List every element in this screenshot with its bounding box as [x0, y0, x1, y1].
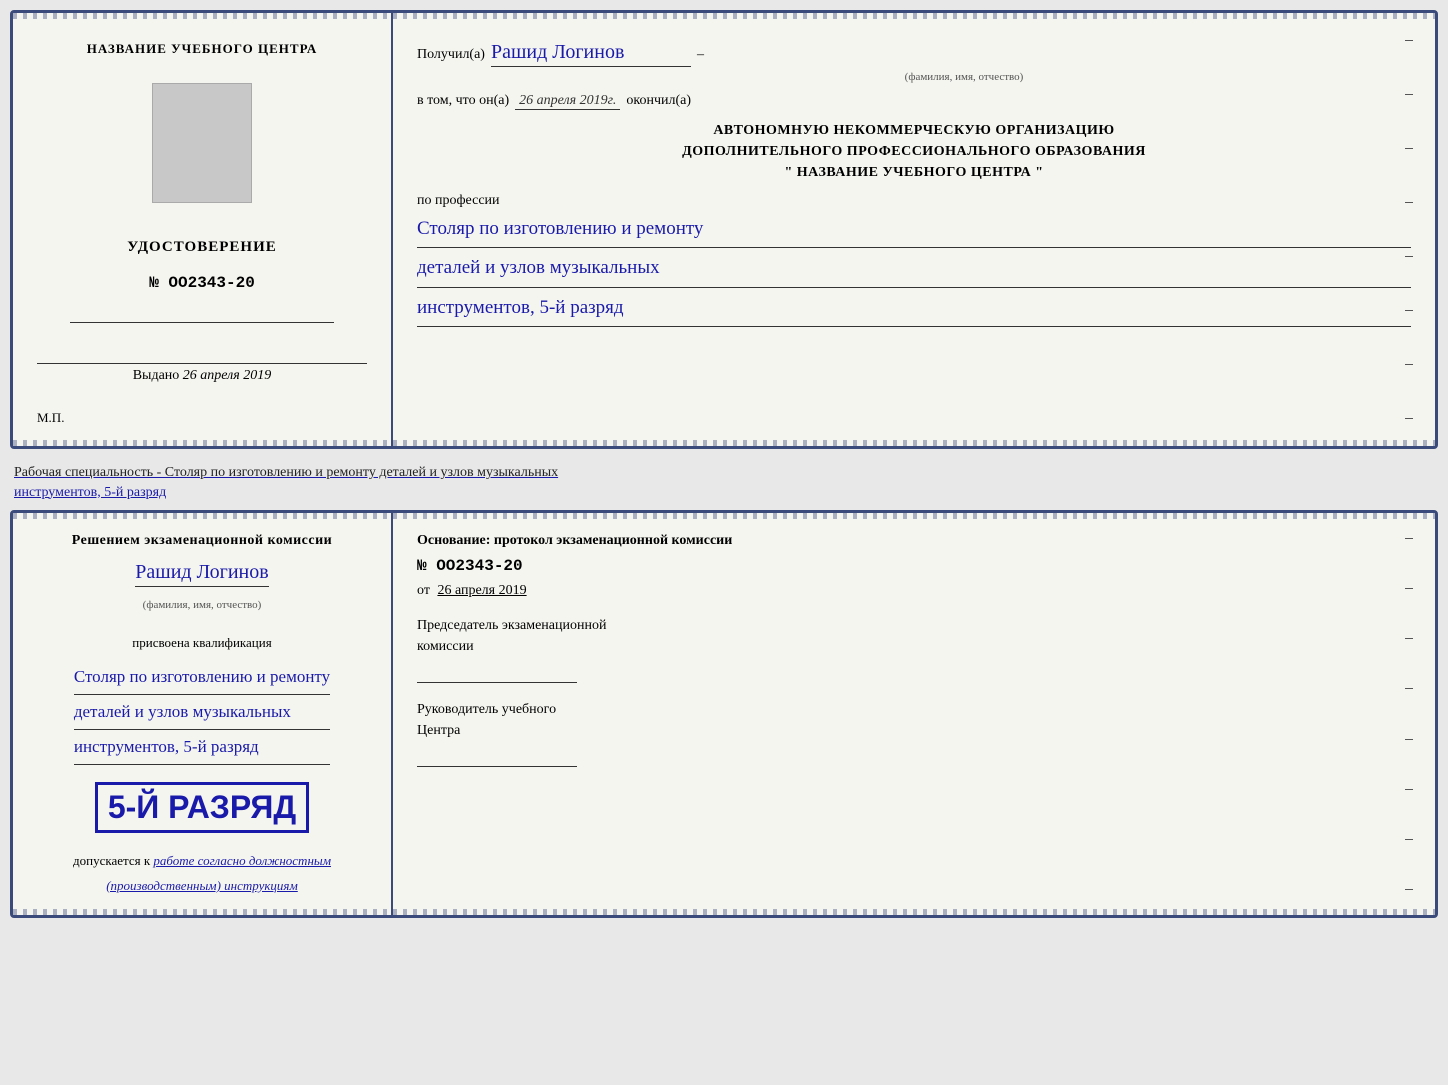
bottom-document: Решением экзаменационной комиссии Рашид …: [10, 510, 1438, 918]
predsedatel-signature-line: [417, 663, 577, 683]
separator-underlined: инструментов, 5-й разряд: [14, 485, 166, 500]
predsedatel-text: Председатель экзаменационной комиссии: [417, 618, 606, 654]
top-document: НАЗВАНИЕ УЧЕБНОГО ЦЕНТРА УДОСТОВЕРЕНИЕ №…: [10, 10, 1438, 449]
separator-text: Рабочая специальность - Столяр по изгото…: [10, 457, 1438, 502]
udostoverenie-label: УДОСТОВЕРЕНИЕ: [127, 239, 277, 256]
profession-line1-top: Столяр по изготовлению и ремонту: [417, 213, 1411, 248]
qualification-hw: Столяр по изготовлению и ремонту деталей…: [74, 663, 330, 768]
profession-line3-top: инструментов, 5-й разряд: [417, 292, 1411, 327]
dopuskaetsya-line: допускается к работе согласно должностны…: [73, 853, 331, 869]
bottom-bottom-stripe-decoration: [13, 909, 1435, 915]
rukovoditel-label: Руководитель учебного Центра: [417, 699, 1411, 741]
dopuskaetsya-hw2: (производственным) инструкциям: [106, 878, 298, 893]
vtom-line: в том, что он(а) 26 апреля 2019г. окончи…: [417, 93, 1411, 110]
big-razryad: 5-й разряд: [95, 782, 309, 833]
fio-subtitle-top: (фамилия, имя, отчество): [517, 71, 1411, 83]
fio-subtitle-bottom: (фамилия, имя, отчество): [143, 599, 262, 611]
recipient-prefix: Получил(а): [417, 47, 485, 63]
dopuskaetsya-hw2-line: (производственным) инструкциям: [106, 877, 298, 895]
dopuskaetsya-hw1: работе согласно должностным: [153, 853, 331, 868]
ot-prefix: от: [417, 583, 430, 598]
ot-line: от 26 апреля 2019: [417, 583, 1411, 599]
dash: –: [697, 47, 704, 63]
org-line2: ДОПОЛНИТЕЛЬНОГО ПРОФЕССИОНАЛЬНОГО ОБРАЗО…: [417, 141, 1411, 162]
protocol-number: № OO2343-20: [417, 557, 1411, 575]
osnovanie-label: Основание: протокол экзаменационной коми…: [417, 533, 1411, 549]
recipient-name: Рашид Логинов: [491, 41, 691, 67]
qual-line1: Столяр по изготовлению и ремонту: [74, 663, 330, 695]
divider-line: [70, 322, 334, 323]
mp-label: М.П.: [37, 410, 64, 426]
profession-handwritten-top: Столяр по изготовлению и ремонту деталей…: [417, 213, 1411, 327]
separator-plain: Рабочая специальность - Столяр по изгото…: [14, 465, 558, 480]
bottom-doc-left: Решением экзаменационной комиссии Рашид …: [13, 513, 393, 915]
predsedatel-label: Председатель экзаменационной комиссии: [417, 615, 1411, 657]
org-line3: " НАЗВАНИЕ УЧЕБНОГО ЦЕНТРА ": [417, 162, 1411, 183]
bottom-top-stripe-decoration: [13, 513, 1435, 519]
center-name-top: НАЗВАНИЕ УЧЕБНОГО ЦЕНТРА: [87, 41, 318, 57]
vtom-date: 26 апреля 2019г.: [515, 93, 620, 110]
qual-line2: деталей и узлов музыкальных: [74, 698, 330, 730]
ot-date: 26 апреля 2019: [437, 583, 526, 598]
cert-number-top: № OO2343-20: [149, 274, 255, 292]
bottom-name: Рашид Логинов: [135, 561, 268, 587]
qual-line3: инструментов, 5-й разряд: [74, 733, 330, 765]
vydano-prefix: Выдано: [133, 368, 180, 383]
vydano-line: Выдано 26 апреля 2019: [37, 363, 367, 384]
bottom-doc-right: Основание: протокол экзаменационной коми…: [393, 513, 1435, 915]
okonchil-label: окончил(а): [626, 93, 691, 109]
org-block: АВТОНОМНУЮ НЕКОММЕРЧЕСКУЮ ОРГАНИЗАЦИЮ ДО…: [417, 120, 1411, 183]
org-line1: АВТОНОМНУЮ НЕКОММЕРЧЕСКУЮ ОРГАНИЗАЦИЮ: [417, 120, 1411, 141]
recipient-line: Получил(а) Рашид Логинов –: [417, 41, 1411, 67]
top-doc-right: Получил(а) Рашид Логинов – (фамилия, имя…: [393, 13, 1435, 446]
top-stripe-decoration: [13, 13, 1435, 19]
top-doc-left: НАЗВАНИЕ УЧЕБНОГО ЦЕНТРА УДОСТОВЕРЕНИЕ №…: [13, 13, 393, 446]
vtom-prefix: в том, что он(а): [417, 93, 509, 109]
profession-line2-top: деталей и узлов музыкальных: [417, 252, 1411, 287]
bottom-stripe-decoration: [13, 440, 1435, 446]
photo-placeholder: [152, 83, 252, 203]
rukovoditel-signature-line: [417, 747, 577, 767]
rukovoditel-text: Руководитель учебного Центра: [417, 702, 556, 738]
page-container: НАЗВАНИЕ УЧЕБНОГО ЦЕНТРА УДОСТОВЕРЕНИЕ №…: [10, 10, 1438, 918]
vydano-date: 26 апреля 2019: [183, 368, 271, 383]
prisvoena-text: присвоена квалификация: [132, 635, 271, 651]
po-professii-label: по профессии: [417, 193, 1411, 209]
dopuskaetsya-label: допускается к: [73, 853, 150, 868]
resheniem-text: Решением экзаменационной комиссии: [72, 533, 332, 549]
